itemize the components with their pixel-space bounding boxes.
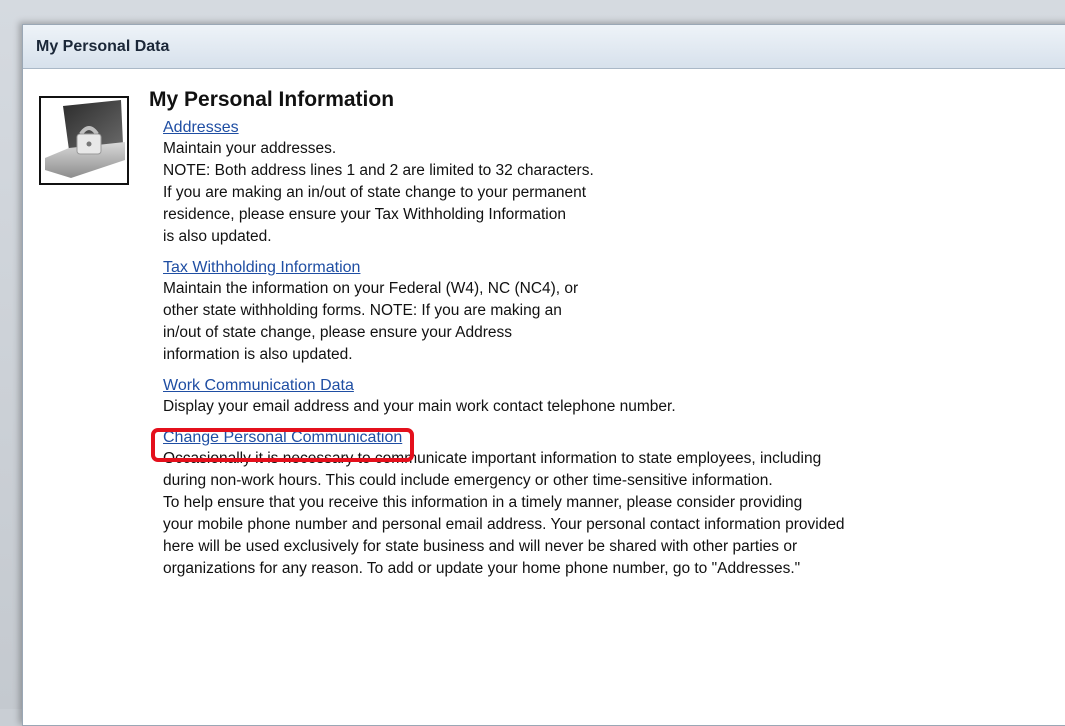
description-line: information is also updated. <box>163 346 353 363</box>
description-line: your mobile phone number and personal em… <box>163 516 845 533</box>
highlight-box <box>151 428 414 462</box>
panel-title: My Personal Data <box>36 37 170 55</box>
tax-withholding-link[interactable]: Tax Withholding Information <box>163 258 360 278</box>
work-communication-item: Work Communication Data Display your ema… <box>163 376 1049 418</box>
panel-header: My Personal Data <box>23 25 1065 69</box>
work-communication-link[interactable]: Work Communication Data <box>163 376 354 396</box>
section-title: My Personal Information <box>149 88 395 111</box>
tax-withholding-item: Tax Withholding Information Maintain the… <box>163 258 1049 366</box>
description-line: during non-work hours. This could includ… <box>163 472 773 489</box>
laptop-with-padlock-image <box>39 96 129 185</box>
description-line: Display your email address and your main… <box>163 398 676 415</box>
tax-withholding-description: Maintain the information on your Federal… <box>163 278 1049 366</box>
description-line: in/out of state change, please ensure yo… <box>163 324 512 341</box>
description-line: Maintain the information on your Federal… <box>163 280 579 297</box>
personal-communication-description: Occasionally it is necessary to communic… <box>163 448 1049 580</box>
work-communication-description: Display your email address and your main… <box>163 396 1049 418</box>
padlock-laptop-icon <box>45 100 125 178</box>
description-line: other state withholding forms. NOTE: If … <box>163 302 562 319</box>
personal-information-section: My Personal Information Addresses Mainta… <box>149 88 1049 590</box>
description-line: residence, please ensure your Tax Withho… <box>163 206 566 223</box>
description-line: Maintain your addresses. <box>163 140 337 157</box>
addresses-item: Addresses Maintain your addresses. NOTE:… <box>163 118 1049 248</box>
description-line: is also updated. <box>163 228 272 245</box>
addresses-link[interactable]: Addresses <box>163 118 239 138</box>
addresses-description: Maintain your addresses. NOTE: Both addr… <box>163 138 1049 248</box>
description-line: If you are making an in/out of state cha… <box>163 184 587 201</box>
description-line: To help ensure that you receive this inf… <box>163 494 803 511</box>
description-line: organizations for any reason. To add or … <box>163 560 801 577</box>
description-line: NOTE: Both address lines 1 and 2 are lim… <box>163 162 594 179</box>
screenshot-frame: My Personal Data My Personal Information… <box>0 0 1065 726</box>
description-line: here will be used exclusively for state … <box>163 538 798 555</box>
